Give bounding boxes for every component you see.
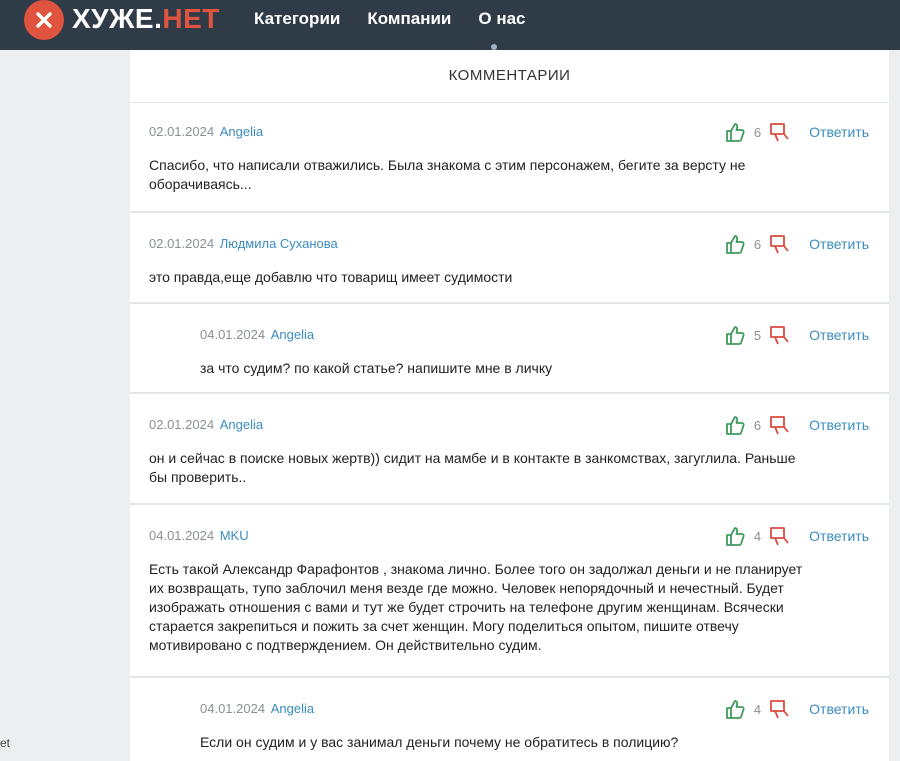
comment-date: 04.01.2024	[200, 327, 266, 342]
comment-text: Если он судим и у вас занимал деньги поч…	[200, 733, 678, 752]
comment-meta: 02.01.2024 Людмила Суханова	[149, 236, 338, 251]
comment-author[interactable]: MKU	[220, 528, 249, 543]
thumbs-up-icon[interactable]	[724, 121, 746, 143]
like-count: 4	[753, 528, 762, 544]
comment-meta: 04.01.2024 Angelia	[200, 327, 314, 342]
comment-actions: 4 Ответить	[724, 525, 869, 547]
comments-heading: КОММЕНТАРИИ	[130, 50, 889, 103]
comment-text-line: их возвращать, тупо заблочил меня везде …	[149, 580, 784, 596]
close-x-icon	[36, 12, 52, 28]
top-navigation-bar: ХУЖЕ.НЕТ Категории Компании О нас	[0, 0, 900, 50]
like-count: 6	[753, 124, 762, 140]
thumbs-up-icon[interactable]	[724, 324, 746, 346]
comment-meta: 02.01.2024 Angelia	[149, 417, 263, 432]
nav-companies[interactable]: Компании	[367, 9, 451, 29]
thumbs-up-icon[interactable]	[724, 525, 746, 547]
comment-item: 04.01.2024 MKU 4 Ответить Есть такой Але…	[130, 505, 889, 678]
comment-date: 02.01.2024	[149, 124, 215, 139]
comment-author[interactable]: Angelia	[271, 327, 314, 342]
comment-date: 02.01.2024	[149, 236, 215, 251]
comment-text: Спасибо, что написали отважились. Была з…	[149, 156, 745, 194]
reply-link[interactable]: Ответить	[809, 236, 869, 252]
reply-link[interactable]: Ответить	[809, 417, 869, 433]
comment-item: 02.01.2024 Angelia 6 Ответить он и сейча…	[130, 394, 889, 505]
comment-text: это правда,еще добавлю что товарищ имеет…	[149, 268, 512, 287]
nav-about[interactable]: О нас	[478, 9, 525, 29]
comment-actions: 6 Ответить	[724, 121, 869, 143]
like-count: 6	[753, 236, 762, 252]
comment-date: 02.01.2024	[149, 417, 215, 432]
comment-author[interactable]: Angelia	[220, 417, 263, 432]
comment-item: 02.01.2024 Angelia 6 Ответить Спасибо, ч…	[130, 101, 889, 213]
comment-actions: 5 Ответить	[724, 324, 869, 346]
comment-date: 04.01.2024	[149, 528, 215, 543]
like-count: 4	[753, 701, 762, 717]
comment-text-line: он и сейчас в поиске новых жертв)) сидит…	[149, 450, 796, 466]
thumbs-down-icon[interactable]	[769, 525, 791, 547]
comment-date: 04.01.2024	[200, 701, 266, 716]
thumbs-down-icon[interactable]	[769, 414, 791, 436]
thumbs-up-icon[interactable]	[724, 233, 746, 255]
comment-reply-item: 04.01.2024 Angelia 5 Ответить за что суд…	[130, 304, 889, 394]
comment-actions: 6 Ответить	[724, 233, 869, 255]
comment-text-line: мотивировано с подтверждением. Он действ…	[149, 637, 542, 653]
site-logo[interactable]: ХУЖЕ.НЕТ	[72, 3, 220, 35]
comment-meta: 02.01.2024 Angelia	[149, 124, 263, 139]
comment-text-line: бы проверить..	[149, 469, 247, 485]
comment-text-line: оборачиваясь...	[149, 176, 252, 192]
comment-text-line: за что судим? по какой статье? напишите …	[200, 360, 553, 376]
thumbs-up-icon[interactable]	[724, 698, 746, 720]
reply-link[interactable]: Ответить	[809, 327, 869, 343]
logo-icon[interactable]	[24, 0, 64, 40]
comments-panel: КОММЕНТАРИИ 02.01.2024 Angelia 6 Ответит…	[130, 50, 889, 761]
thumbs-down-icon[interactable]	[769, 233, 791, 255]
comment-author[interactable]: Angelia	[271, 701, 314, 716]
reply-link[interactable]: Ответить	[809, 701, 869, 717]
comment-text-line: Спасибо, что написали отважились. Была з…	[149, 157, 746, 173]
reply-link[interactable]: Ответить	[809, 124, 869, 140]
comment-text-line: Если он судим и у вас занимал деньги поч…	[200, 734, 679, 750]
comment-author[interactable]: Angelia	[220, 124, 263, 139]
side-status-text: et	[0, 736, 11, 750]
comment-text-line: Есть такой Александр Фарафонтов , знаком…	[149, 561, 803, 577]
comment-reply-item: 04.01.2024 Angelia 4 Ответить Если он су…	[130, 678, 889, 761]
nav-categories[interactable]: Категории	[254, 9, 340, 29]
thumbs-up-icon[interactable]	[724, 414, 746, 436]
comment-text-line: старается закрепиться и пожить за счет ж…	[149, 618, 739, 634]
comment-author[interactable]: Людмила Суханова	[220, 236, 338, 251]
comment-text: он и сейчас в поиске новых жертв)) сидит…	[149, 449, 796, 487]
main-nav: Категории Компании О нас	[254, 9, 553, 29]
comment-text-line: изображать отношения с вами и тут же буд…	[149, 599, 784, 615]
thumbs-down-icon[interactable]	[769, 324, 791, 346]
comment-text: за что судим? по какой статье? напишите …	[200, 359, 552, 378]
comment-item: 02.01.2024 Людмила Суханова 6 Ответить э…	[130, 213, 889, 304]
comment-meta: 04.01.2024 MKU	[149, 528, 249, 543]
logo-tld: НЕТ	[162, 3, 220, 34]
comment-actions: 6 Ответить	[724, 414, 869, 436]
thumbs-down-icon[interactable]	[769, 121, 791, 143]
comment-meta: 04.01.2024 Angelia	[200, 701, 314, 716]
like-count: 6	[753, 417, 762, 433]
logo-name: ХУЖЕ.	[72, 3, 163, 34]
comment-actions: 4 Ответить	[724, 698, 869, 720]
thumbs-down-icon[interactable]	[769, 698, 791, 720]
comment-text-line: это правда,еще добавлю что товарищ имеет…	[149, 269, 513, 285]
like-count: 5	[753, 327, 762, 343]
reply-link[interactable]: Ответить	[809, 528, 869, 544]
comment-text: Есть такой Александр Фарафонтов , знаком…	[149, 560, 802, 655]
